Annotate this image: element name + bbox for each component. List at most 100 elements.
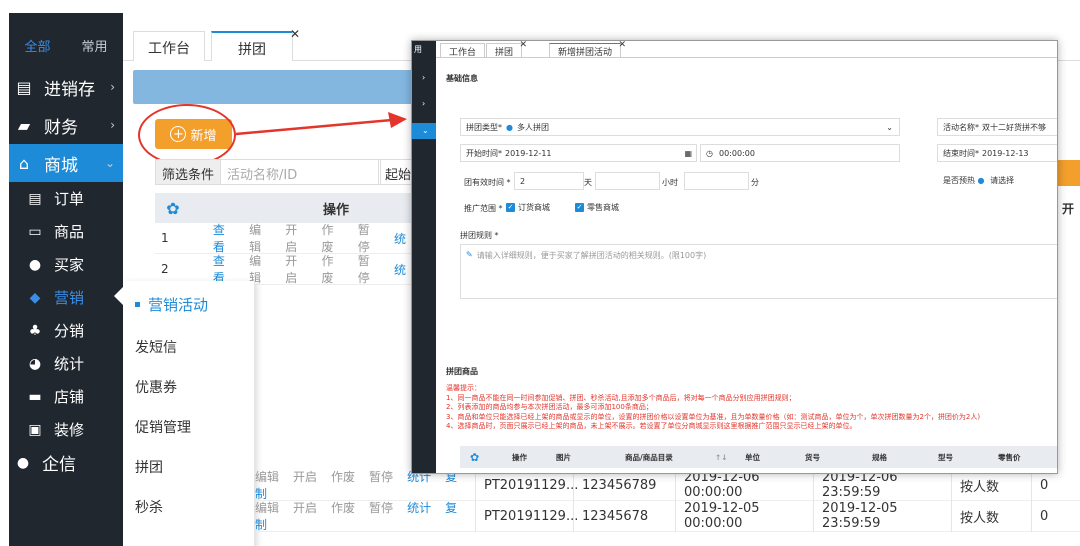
pause-link[interactable]: 暂停 — [358, 252, 380, 286]
view-link[interactable]: 查看 — [213, 221, 235, 255]
edit-link[interactable]: 编辑 — [249, 221, 271, 255]
valid-minutes-input[interactable] — [684, 172, 749, 190]
sidebar: 全部 常用 ▤ 进销存 › ▰ 财务 › ⌂ 商城 ⌄ ▤ 订单 ▭ 商品 ● … — [9, 13, 123, 546]
close-icon[interactable]: ✕ — [290, 27, 300, 41]
scope-label: 推广范围 * — [464, 204, 503, 213]
dialog-tab-bar: 工作台 拼团 ✕ 新增拼团活动 ✕ — [436, 41, 1057, 58]
sidebar-item-label: 企信 — [42, 455, 76, 475]
calendar-icon: ▦ — [684, 148, 692, 158]
column-header: 货号 — [805, 452, 820, 462]
menu-item-coupon[interactable]: 优惠券 — [123, 367, 254, 407]
scope-option-order-mall[interactable]: ✓ 订货商城 — [506, 202, 550, 213]
sidebar-item-enterprise-msg[interactable]: ● 企信 — [9, 446, 123, 479]
valid-hours-input[interactable] — [595, 172, 660, 190]
help-icon: ● — [506, 122, 513, 132]
sidebar-item-finance[interactable]: ▰ 财务 › — [9, 106, 123, 144]
activity-id: 123456789 — [573, 469, 675, 501]
void-link[interactable]: 作废 — [322, 221, 344, 255]
preheat-field[interactable]: 是否预热 ● 请选择 — [943, 175, 1014, 186]
valid-days-input[interactable]: 2 — [514, 172, 584, 190]
sidebar-item-orders[interactable]: ▤ 订单 — [9, 182, 123, 215]
sidebar-item-buyers[interactable]: ● 买家 — [9, 248, 123, 281]
gear-icon[interactable]: ✿ — [155, 199, 191, 218]
close-icon[interactable]: ✕ — [618, 41, 626, 50]
rules-textarea[interactable]: ✎ 请输入详细规则，便于买家了解拼团活动的相关规则。(限100字) — [460, 244, 1057, 299]
stats-link[interactable]: 统计 — [407, 501, 431, 515]
menu-item-marketing-activity[interactable]: 营销活动 — [123, 281, 254, 327]
activity-name-field[interactable]: 活动名称* 双十二好货拼不够 — [937, 118, 1057, 136]
pause-link[interactable]: 暂停 — [369, 501, 393, 515]
menu-item-flash-sale[interactable]: 秒杀 — [123, 487, 254, 527]
checkbox-label: 订货商城 — [518, 203, 550, 212]
void-link[interactable]: 作废 — [331, 470, 355, 484]
search-input[interactable]: 活动名称/ID — [221, 159, 382, 185]
void-link[interactable]: 作废 — [322, 252, 344, 286]
chevron-right-icon: › — [422, 99, 426, 108]
sidebar-item-decor[interactable]: ▣ 装修 — [9, 413, 123, 446]
pause-link[interactable]: 暂停 — [358, 221, 380, 255]
sidebar-item-stats[interactable]: ◕ 统计 — [9, 347, 123, 380]
scope-option-retail-mall[interactable]: ✓ 零售商城 — [575, 202, 619, 213]
textarea-placeholder: 请输入详细规则，便于买家了解拼团活动的相关规则。(限100字) — [476, 251, 707, 260]
tab-label: 新增拼团活动 — [558, 48, 613, 58]
shop-icon: ▬ — [28, 388, 42, 405]
edit-link[interactable]: 编辑 — [255, 501, 279, 515]
tip-line: 3、商品和单位只能选择已经上架的商品或显示的单位，设置的拼团价格以设置单位为基准… — [446, 412, 981, 421]
stats-link[interactable]: 统 — [394, 230, 406, 247]
edit-link[interactable]: 编辑 — [255, 470, 279, 484]
tab-group-buy[interactable]: 拼团 ✕ — [211, 27, 300, 61]
stats-link[interactable]: 统 — [394, 261, 406, 278]
enable-link[interactable]: 开启 — [293, 501, 317, 515]
tip-line: 1、同一商品不能在同一时间参加促销、拼团、秒杀活动,且添加多个商品后，将对每一个… — [446, 393, 796, 402]
tab-workbench[interactable]: 工作台 — [440, 43, 486, 58]
sidebar-item-shop[interactable]: ▬ 店铺 — [9, 380, 123, 413]
sidebar-tab-common[interactable]: 常用 — [66, 36, 123, 55]
tab-workbench[interactable]: 工作台 — [133, 31, 205, 61]
active-menu-indicator: ⌄ — [412, 123, 436, 139]
close-icon[interactable]: ✕ — [519, 41, 527, 50]
sidebar-item-label: 营销 — [54, 289, 85, 307]
tab-label: 工作台 — [449, 48, 477, 58]
sidebar-item-goods[interactable]: ▭ 商品 — [9, 215, 123, 248]
chat-icon: ● — [16, 454, 30, 471]
end-time: 2019-12-05 23:59:59 — [813, 500, 951, 532]
start-time-field[interactable]: ◷ 00:00:00 — [700, 144, 900, 162]
gear-icon[interactable]: ✿ — [470, 451, 479, 464]
menu-item-group-buy[interactable]: 拼团 — [123, 447, 254, 487]
column-header: 规格 — [872, 452, 887, 462]
hour-unit: 小时 — [662, 178, 678, 187]
menu-item-promotion[interactable]: 促销管理 — [123, 407, 254, 447]
enable-link[interactable]: 开启 — [285, 221, 307, 255]
menu-item-sms[interactable]: 发短信 — [123, 327, 254, 367]
marketing-flyout-menu: 营销活动 发短信 优惠券 促销管理 拼团 秒杀 — [114, 281, 255, 546]
tab-group-buy[interactable]: 拼团 ✕ — [486, 41, 527, 58]
enable-link[interactable]: 开启 — [285, 252, 307, 286]
pause-link[interactable]: 暂停 — [369, 470, 393, 484]
field-label: 拼团类型* — [466, 122, 502, 132]
group-type-select[interactable]: 拼团类型* ● 多人拼团 ⌄ — [460, 118, 900, 136]
void-link[interactable]: 作废 — [331, 501, 355, 515]
new-group-activity-screenshot: 用 › › ⌄ 工作台 拼团 ✕ 新增拼团活动 ✕ 基础信息 拼团类型* ● 多人拼… — [411, 40, 1058, 474]
sidebar-item-inventory[interactable]: ▤ 进销存 › — [9, 68, 123, 106]
start-date-field[interactable]: 开始时间* 2019-12-11 ▦ — [460, 144, 697, 162]
sidebar-item-mall[interactable]: ⌂ 商城 ⌄ — [9, 144, 123, 182]
sidebar-item-label: 买家 — [54, 256, 85, 274]
column-header-actions: 操作 — [323, 202, 350, 218]
tab-new-group-activity[interactable]: 新增拼团活动 ✕ — [549, 41, 626, 58]
activity-code: PT20191129... — [475, 500, 578, 532]
chevron-down-icon: ⌄ — [422, 126, 429, 135]
row-actions: 编辑 开启 作废 暂停 统计 复制 — [255, 499, 475, 533]
sidebar-tab-all[interactable]: 全部 — [9, 36, 66, 55]
sidebar-item-distribution[interactable]: ♣ 分销 — [9, 314, 123, 347]
row-number: 1 — [161, 231, 169, 245]
end-date-field[interactable]: 结束时间* 2019-12-13 — [937, 144, 1057, 162]
clipboard-icon: ▤ — [16, 77, 32, 97]
column-header: 图片 — [556, 452, 571, 462]
activity-grid: ✿ 操作 1 查看 编辑 开启 作废 暂停 统 2 查看 编辑 开启 作废 暂停… — [155, 193, 420, 285]
edge-button[interactable] — [1058, 160, 1080, 186]
enable-link[interactable]: 开启 — [293, 470, 317, 484]
sidebar-item-marketing[interactable]: ◆ 营销 — [9, 281, 123, 314]
field-value: 00:00:00 — [718, 148, 755, 158]
field-value: 请选择 — [990, 176, 1015, 185]
sort-icon[interactable]: ↑↓ — [715, 453, 728, 462]
